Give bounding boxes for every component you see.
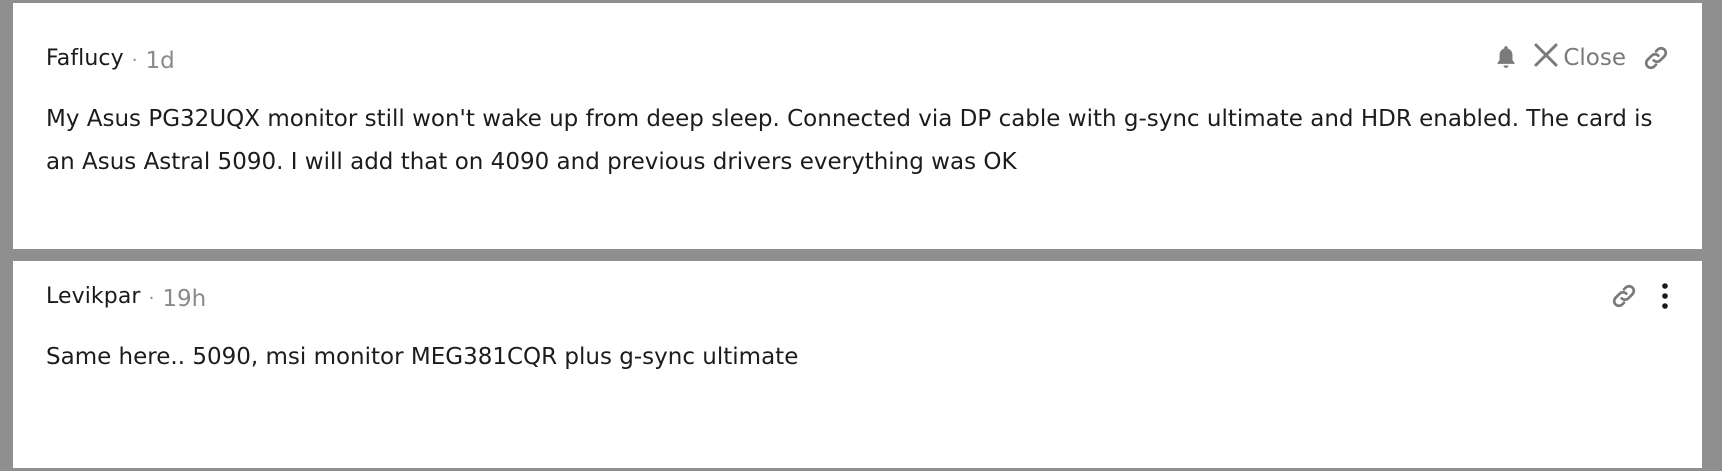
- link-icon[interactable]: [1642, 44, 1670, 72]
- page: Faflucy · 1d Close My Asus PG32UQX monit…: [0, 0, 1722, 471]
- meta-separator: ·: [148, 287, 155, 309]
- comment-body: My Asus PG32UQX monitor still won't wake…: [46, 106, 1653, 175]
- comment-header: Faflucy · 1d Close: [46, 40, 1670, 76]
- comment-body: Same here.. 5090, msi monitor MEG381CQR …: [46, 344, 799, 370]
- comment-actions: Close: [1493, 42, 1670, 74]
- meta-separator: ·: [131, 49, 138, 71]
- comment-time[interactable]: 1d: [145, 48, 174, 74]
- bell-icon[interactable]: [1493, 44, 1519, 72]
- link-icon[interactable]: [1610, 282, 1638, 310]
- comment-actions: [1610, 282, 1670, 310]
- comment-author[interactable]: Faflucy: [46, 46, 124, 71]
- comment-card: Levikpar · 19h Same here.. 5090, msi mon…: [13, 261, 1702, 468]
- comment-card: Faflucy · 1d Close My Asus PG32UQX monit…: [13, 3, 1702, 249]
- close-button[interactable]: Close: [1533, 42, 1626, 74]
- close-label: Close: [1563, 45, 1626, 71]
- more-vertical-icon[interactable]: [1660, 282, 1670, 310]
- close-icon: [1533, 42, 1559, 74]
- comment-time[interactable]: 19h: [162, 286, 206, 312]
- comment-header: Levikpar · 19h: [46, 278, 1670, 314]
- comment-author[interactable]: Levikpar: [46, 284, 141, 309]
